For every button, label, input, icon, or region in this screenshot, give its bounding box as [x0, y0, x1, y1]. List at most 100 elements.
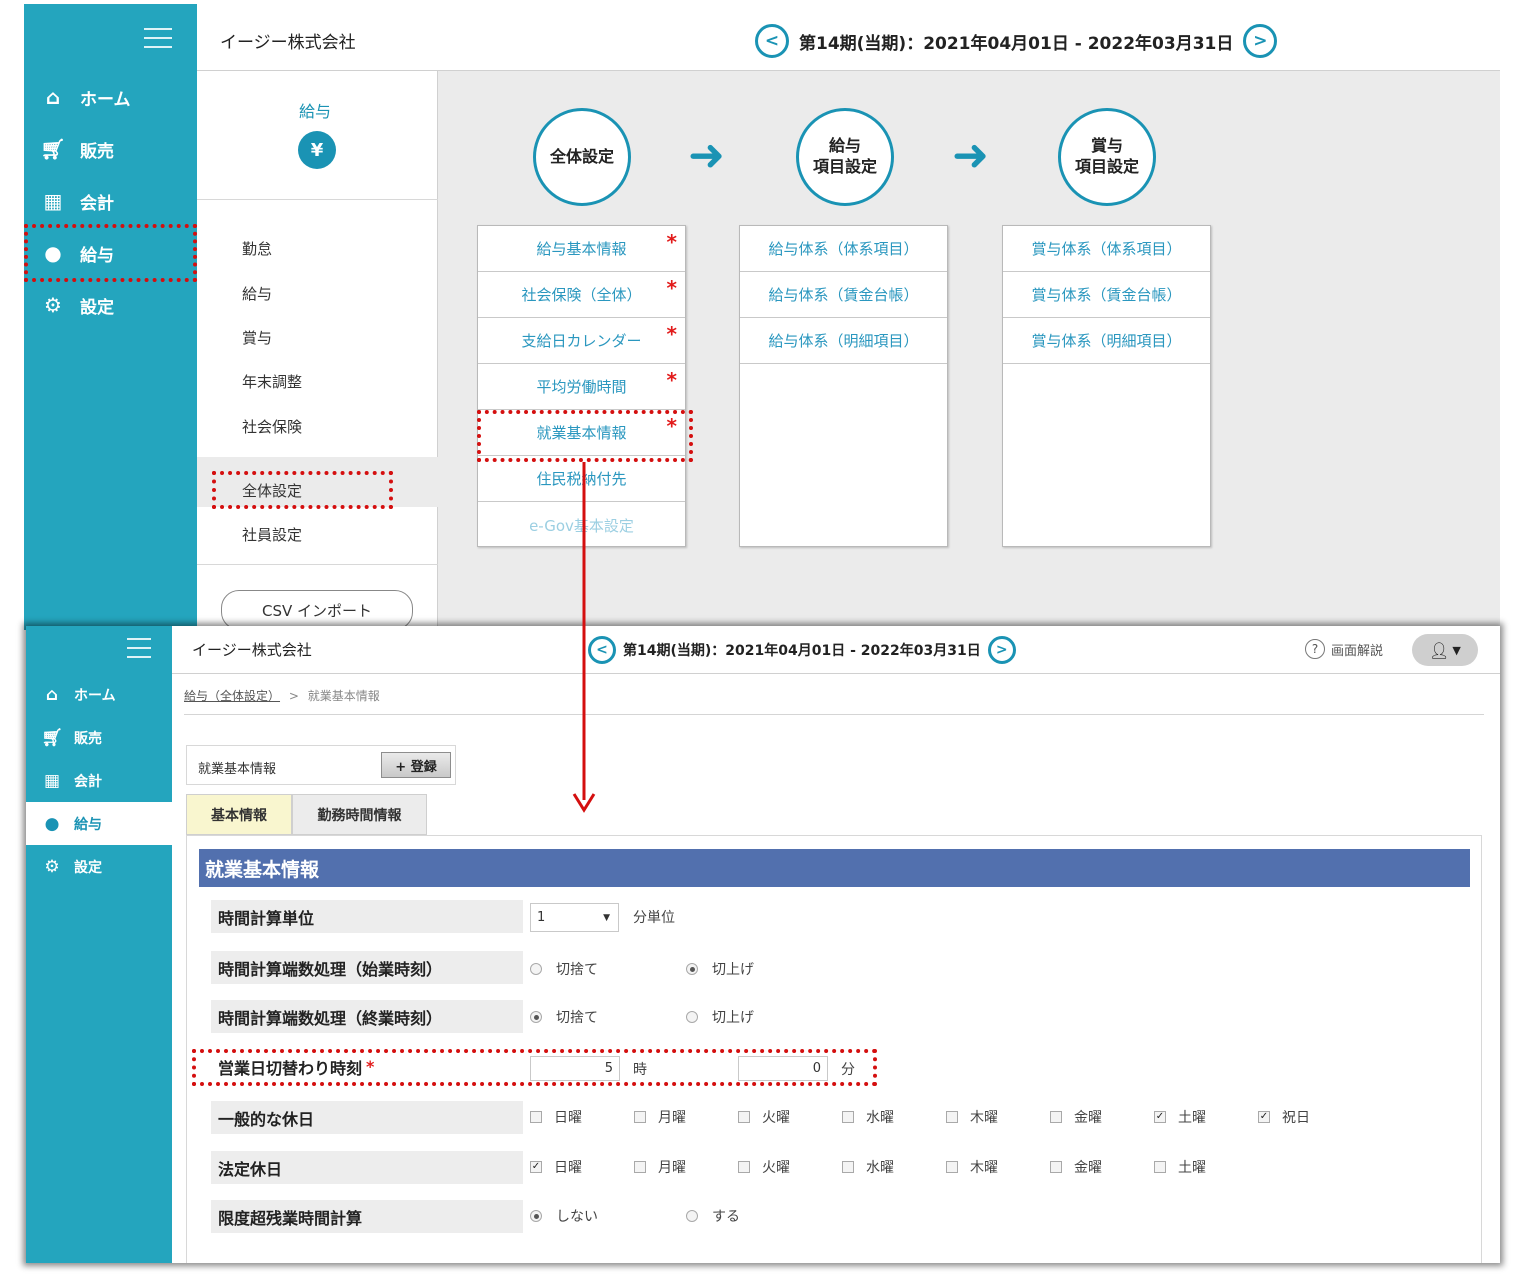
link-bonus-system-ledger[interactable]: 賞与体系（賃金台帳）: [1003, 272, 1210, 318]
radio-button[interactable]: [686, 1210, 698, 1222]
breadcrumb-link[interactable]: 給与（全体設定）: [184, 689, 280, 703]
radio-button[interactable]: [686, 1011, 698, 1023]
checkbox[interactable]: [1154, 1161, 1166, 1173]
checkbox[interactable]: [946, 1161, 958, 1173]
checkbox[interactable]: ✓: [530, 1161, 542, 1173]
nav-settings[interactable]: ⚙ 設定: [24, 280, 197, 330]
user-icon: 👤︎: [1429, 640, 1450, 660]
legal-holiday-option[interactable]: 金曜: [1050, 1157, 1102, 1177]
submenu-item-attendance[interactable]: 勤怠: [242, 238, 272, 259]
highlight-payroll-nav: [24, 224, 197, 282]
submenu-item-year-end[interactable]: 年末調整: [242, 371, 302, 392]
radio-button[interactable]: [686, 963, 698, 975]
checkbox[interactable]: [738, 1161, 750, 1173]
day-label: 水曜: [866, 1160, 894, 1176]
link-salary-system-items[interactable]: 給与体系（体系項目）: [740, 226, 947, 272]
link-salary-basic-info[interactable]: 給与基本情報 *: [478, 226, 685, 272]
link-egov-basic-settings[interactable]: e-Gov基本設定: [478, 502, 685, 548]
checkbox[interactable]: [1050, 1111, 1062, 1123]
nav-home[interactable]: ⌂ ホーム: [24, 72, 197, 122]
link-resident-tax-payee[interactable]: 住民税納付先: [478, 456, 685, 502]
checkbox[interactable]: [842, 1111, 854, 1123]
checkbox[interactable]: [946, 1111, 958, 1123]
general-holiday-option[interactable]: 月曜: [634, 1107, 686, 1127]
link-social-insurance[interactable]: 社会保険（全体） *: [478, 272, 685, 318]
nav-label: 販売: [80, 141, 114, 162]
checkbox[interactable]: [530, 1111, 542, 1123]
user-menu-button[interactable]: 👤︎ ▼: [1412, 634, 1478, 666]
day-label: 日曜: [554, 1110, 582, 1126]
period-selector: < 第14期(当期)：2021年04月01日 - 2022年03月31日 >: [588, 636, 1016, 664]
legal-holiday-option[interactable]: 火曜: [738, 1157, 790, 1177]
general-holiday-option[interactable]: ✓ 祝日: [1258, 1107, 1310, 1127]
checkbox[interactable]: ✓: [1258, 1111, 1270, 1123]
general-holiday-option[interactable]: ✓ 土曜: [1154, 1107, 1206, 1127]
general-holiday-option[interactable]: 金曜: [1050, 1107, 1102, 1127]
nav-home[interactable]: ⌂ ホーム: [26, 673, 172, 716]
next-period-button[interactable]: >: [1243, 24, 1278, 58]
checkbox[interactable]: [1050, 1161, 1062, 1173]
checkbox[interactable]: [634, 1161, 646, 1173]
menu-toggle-icon[interactable]: [144, 28, 172, 48]
checkbox[interactable]: [842, 1161, 854, 1173]
radio-button[interactable]: [530, 1011, 542, 1023]
end-rounding-label: 時間計算端数処理（終業時刻）: [211, 1000, 523, 1033]
tab-basic-info[interactable]: 基本情報: [186, 794, 292, 835]
tab-work-hours[interactable]: 勤務時間情報: [292, 794, 427, 835]
end-round-down-option[interactable]: 切捨て: [530, 1007, 598, 1027]
checkbox[interactable]: ✓: [1154, 1111, 1166, 1123]
start-round-up-option[interactable]: 切上げ: [686, 959, 754, 979]
prev-period-button[interactable]: <: [588, 636, 616, 664]
checkbox[interactable]: [738, 1111, 750, 1123]
submenu-item-social-insurance[interactable]: 社会保険: [242, 416, 302, 437]
nav-accounting[interactable]: ▦ 会計: [24, 176, 197, 226]
general-holiday-option[interactable]: 水曜: [842, 1107, 894, 1127]
legal-holiday-option[interactable]: ✓ 日曜: [530, 1157, 582, 1177]
legal-holiday-option[interactable]: 水曜: [842, 1157, 894, 1177]
submenu-item-bonus[interactable]: 賞与: [242, 327, 272, 348]
nav-sales[interactable]: 🛒︎ 販売: [26, 716, 172, 759]
checkbox[interactable]: [634, 1111, 646, 1123]
general-holiday-option[interactable]: 日曜: [530, 1107, 582, 1127]
legal-holiday-option[interactable]: 土曜: [1154, 1157, 1206, 1177]
link-average-working-hours[interactable]: 平均労働時間 *: [478, 364, 685, 410]
submenu-item-employee-settings[interactable]: 社員設定: [242, 524, 302, 545]
general-holiday-option[interactable]: 火曜: [738, 1107, 790, 1127]
start-round-down-option[interactable]: 切捨て: [530, 959, 598, 979]
nav-label: 給与: [74, 816, 102, 833]
link-salary-system-ledger[interactable]: 給与体系（賃金台帳）: [740, 272, 947, 318]
link-bonus-system-items[interactable]: 賞与体系（体系項目）: [1003, 226, 1210, 272]
overtime-yes-option[interactable]: する: [686, 1206, 740, 1226]
nav-sales[interactable]: 🛒︎ 販売: [24, 124, 197, 174]
gear-icon: ⚙: [44, 856, 60, 877]
calculator-icon: ▦: [43, 770, 61, 791]
menu-toggle-icon[interactable]: [127, 638, 151, 658]
link-bonus-system-detail[interactable]: 賞与体系（明細項目）: [1003, 318, 1210, 364]
link-salary-system-detail[interactable]: 給与体系（明細項目）: [740, 318, 947, 364]
end-round-up-option[interactable]: 切上げ: [686, 1007, 754, 1027]
overtime-no-option[interactable]: しない: [530, 1206, 598, 1226]
prev-period-button[interactable]: <: [755, 24, 789, 58]
nav-settings[interactable]: ⚙ 設定: [26, 845, 172, 888]
general-holiday-option[interactable]: 木曜: [946, 1107, 998, 1127]
gear-icon: ⚙: [44, 293, 62, 317]
day-label: 木曜: [970, 1160, 998, 1176]
time-unit-select[interactable]: 1 ▼: [530, 903, 619, 932]
link-payday-calendar[interactable]: 支給日カレンダー *: [478, 318, 685, 364]
legal-holiday-option[interactable]: 木曜: [946, 1157, 998, 1177]
radio-button[interactable]: [530, 1210, 542, 1222]
panel-label: 就業基本情報: [198, 762, 277, 777]
nav-accounting[interactable]: ▦ 会計: [26, 759, 172, 802]
radio-button[interactable]: [530, 963, 542, 975]
time-unit-suffix: 分単位: [633, 910, 675, 926]
submenu-item-salary[interactable]: 給与: [242, 283, 272, 304]
nav-payroll[interactable]: ● 給与: [26, 802, 172, 845]
sidebar: ⌂ ホーム 🛒︎ 販売 ▦ 会計 ● 給与 ⚙ 設定: [26, 626, 172, 1263]
register-button[interactable]: + 登録: [381, 752, 451, 778]
next-period-button[interactable]: >: [987, 636, 1016, 664]
legal-holiday-option[interactable]: 月曜: [634, 1157, 686, 1177]
day-label: 土曜: [1178, 1110, 1206, 1126]
help-button[interactable]: ? 画面解説: [1305, 639, 1383, 659]
required-mark: *: [666, 276, 677, 300]
csv-import-button[interactable]: CSV インポート: [221, 590, 413, 630]
